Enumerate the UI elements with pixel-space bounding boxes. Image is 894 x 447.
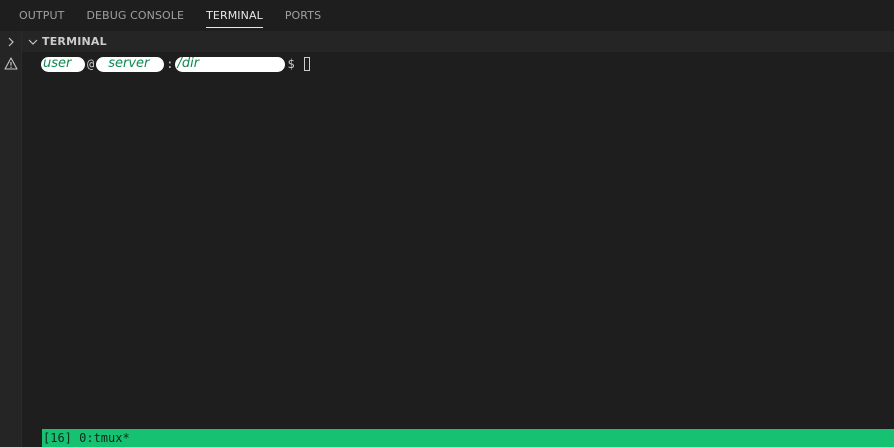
prompt-user-redacted: user — [41, 55, 85, 72]
terminal-prompt: user @ server : /dir $ — [40, 54, 310, 74]
tab-output[interactable]: OUTPUT — [8, 0, 75, 31]
section-title: TERMINAL — [42, 35, 107, 48]
tab-debug-console[interactable]: DEBUG CONSOLE — [75, 0, 195, 31]
terminal-body[interactable]: user @ server : /dir $ — [22, 52, 894, 429]
terminal-section-header[interactable]: TERMINAL — [22, 31, 894, 52]
prompt-server: server — [108, 55, 150, 71]
chevron-down-icon — [26, 35, 40, 49]
tab-ports[interactable]: PORTS — [274, 0, 332, 31]
warning-icon[interactable] — [0, 53, 22, 73]
tab-terminal[interactable]: TERMINAL — [195, 0, 274, 31]
prompt-path-redacted: /dir — [175, 55, 286, 72]
prompt-symbol: $ — [287, 57, 295, 71]
tmux-status-text: [16] 0:tmux* — [43, 431, 130, 445]
panel-root: OUTPUT DEBUG CONSOLE TERMINAL PORTS TERM… — [0, 0, 894, 447]
prompt-colon: : — [166, 57, 174, 71]
prompt-server-redacted: server — [96, 55, 165, 72]
tmux-status-bar: [16] 0:tmux* — [42, 429, 894, 447]
terminal-cursor — [303, 57, 310, 71]
panel-tab-bar: OUTPUT DEBUG CONSOLE TERMINAL PORTS — [0, 0, 894, 31]
chevron-right-icon[interactable] — [0, 32, 22, 52]
left-strip — [0, 31, 22, 447]
prompt-at: @ — [87, 57, 95, 71]
prompt-path: /dir — [177, 55, 200, 71]
prompt-user: user — [43, 55, 72, 71]
